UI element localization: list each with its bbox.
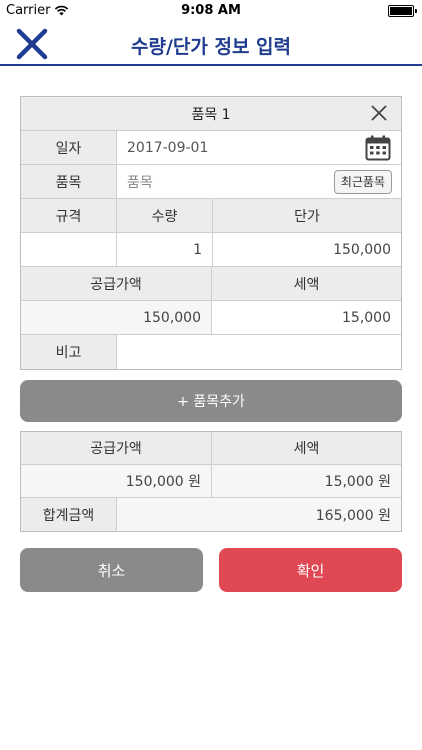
remove-item-icon[interactable] xyxy=(371,105,387,121)
spec-header-row: 규격 수량 단가 xyxy=(21,199,401,233)
summary-header-row: 공급가액 세액 xyxy=(21,432,401,465)
tax-label: 세액 xyxy=(212,267,401,300)
qty-input[interactable]: 1 xyxy=(117,233,213,266)
item-title-cell: 품목 1 xyxy=(21,97,401,130)
item-title-row: 품목 1 xyxy=(21,97,401,131)
amount-header-row: 공급가액 세액 xyxy=(21,267,401,301)
amount-value-row: 150,000 15,000 xyxy=(21,301,401,335)
qty-label: 수량 xyxy=(117,199,213,232)
nav-bar: 수량/단가 정보 입력 xyxy=(0,22,422,66)
recent-products-button[interactable]: 최근품목 xyxy=(333,169,392,194)
tax-input[interactable]: 15,000 xyxy=(212,301,401,334)
status-time: 9:08 AM xyxy=(181,3,241,18)
product-input[interactable]: 품목 최근품목 xyxy=(117,165,401,198)
calendar-icon[interactable] xyxy=(365,135,391,161)
spec-label: 규격 xyxy=(21,199,117,232)
summary-supply-value: 150,000 원 xyxy=(21,465,212,497)
cancel-button[interactable]: 취소 xyxy=(20,548,203,592)
price-input[interactable]: 150,000 xyxy=(213,233,401,266)
date-label: 일자 xyxy=(21,131,117,164)
status-bar: Carrier 9:08 AM xyxy=(0,0,422,22)
price-label: 단가 xyxy=(213,199,401,232)
spec-input[interactable] xyxy=(21,233,117,266)
item-title: 품목 1 xyxy=(191,106,231,123)
date-row: 일자 2017-09-01 xyxy=(21,131,401,165)
spec-value-row: 1 150,000 xyxy=(21,233,401,267)
summary-total-value: 165,000 원 xyxy=(117,498,401,531)
summary-tax-label: 세액 xyxy=(212,432,401,464)
date-field[interactable]: 2017-09-01 xyxy=(117,131,401,164)
summary-tax-value: 15,000 원 xyxy=(212,465,401,497)
add-item-button[interactable]: + 품목추가 xyxy=(20,380,402,422)
product-placeholder: 품목 xyxy=(127,174,153,191)
battery-icon xyxy=(388,5,417,17)
summary-supply-label: 공급가액 xyxy=(21,432,212,464)
confirm-button[interactable]: 확인 xyxy=(219,548,402,592)
summary-total-row: 합계금액 165,000 원 xyxy=(21,498,401,531)
note-label: 비고 xyxy=(21,335,117,369)
summary-table: 공급가액 세액 150,000 원 15,000 원 합계금액 165,000 … xyxy=(20,431,402,532)
item-form: 품목 1 일자 2017-09-01 품목 품목 최근품목 규격 수량 단가 1… xyxy=(20,96,402,370)
supply-label: 공급가액 xyxy=(21,267,212,300)
date-value: 2017-09-01 xyxy=(127,139,209,156)
product-label: 품목 xyxy=(21,165,117,198)
note-row: 비고 xyxy=(21,335,401,369)
product-row: 품목 품목 최근품목 xyxy=(21,165,401,199)
summary-total-label: 합계금액 xyxy=(21,498,117,531)
supply-value: 150,000 xyxy=(21,301,212,334)
summary-value-row: 150,000 원 15,000 원 xyxy=(21,465,401,498)
page-title: 수량/단가 정보 입력 xyxy=(130,36,291,58)
note-input[interactable] xyxy=(117,335,401,369)
